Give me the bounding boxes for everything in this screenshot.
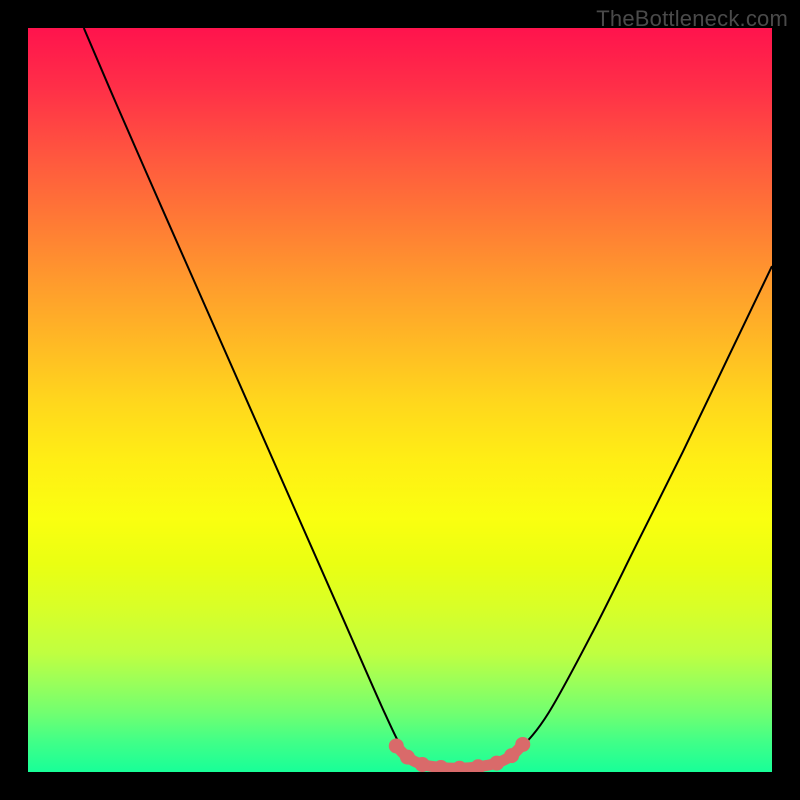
optimal-range-point (452, 761, 467, 772)
series-curve (84, 28, 772, 769)
optimal-range-point (389, 738, 404, 753)
chart-plot-area (28, 28, 772, 772)
watermark-text: TheBottleneck.com (596, 6, 788, 32)
optimal-range-point (400, 750, 415, 765)
optimal-range-point (504, 748, 519, 763)
optimal-range-point (415, 757, 430, 772)
series-optimal-range-points (389, 737, 530, 772)
optimal-range-point (515, 737, 530, 752)
chart-svg (28, 28, 772, 772)
optimal-range-point (489, 756, 504, 771)
curve-path (84, 28, 772, 769)
